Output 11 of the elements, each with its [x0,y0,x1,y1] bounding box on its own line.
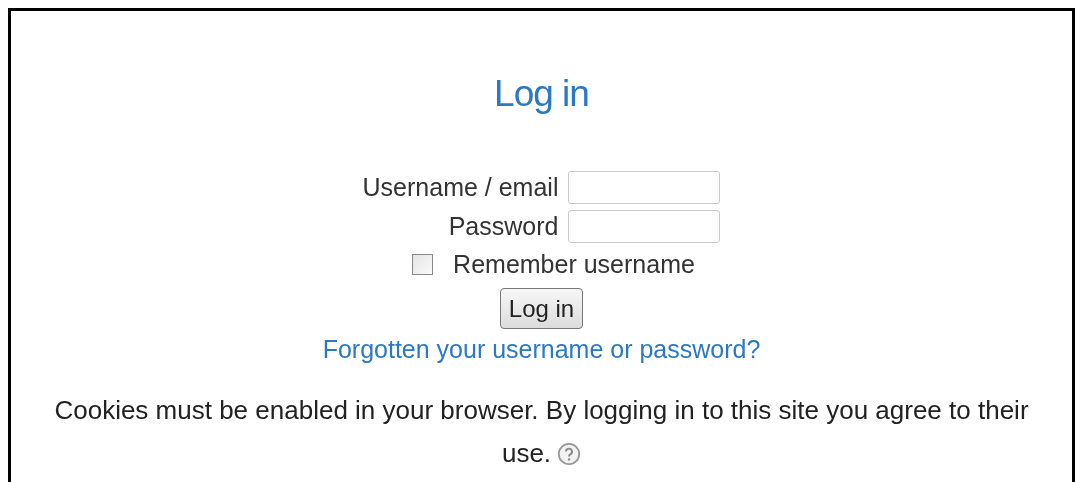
help-icon[interactable] [557,442,582,466]
checkbox-label: Remember username [453,249,695,279]
forgot-password-link[interactable]: Forgotten your username or password? [322,334,761,364]
login-button[interactable]: Log in [499,288,584,329]
input-field[interactable] [568,171,721,204]
input-field[interactable] [568,210,721,243]
checkbox[interactable] [412,253,434,275]
field-label: Password [448,212,559,241]
page-title: Log in [494,73,589,115]
cookies-notice: Cookies must be enabled in your browser. By logging in to this site you agree to their use. [53,394,1030,470]
field-label: Username / email [362,173,559,202]
